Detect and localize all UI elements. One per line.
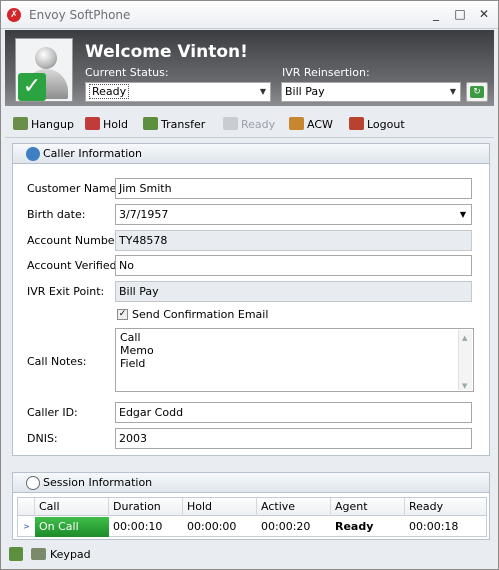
call-notes-line: Field: [120, 357, 146, 370]
chevron-down-icon[interactable]: ▼: [450, 83, 456, 101]
session-information-title: Session Information: [43, 476, 153, 489]
account-number-label: Account Number:: [27, 234, 123, 247]
keypad-icon: [31, 548, 46, 560]
session-information-header[interactable]: Session Information: [13, 473, 489, 493]
avatar-head-icon: [35, 47, 57, 69]
phone-hold-icon: [85, 117, 100, 130]
column-header-ready[interactable]: Ready: [405, 498, 486, 516]
caller-information-panel: Caller Information Customer Name: Jim Sm…: [12, 143, 490, 456]
phone-hangup-icon: [13, 117, 28, 130]
ivr-reinsertion-label: IVR Reinsertion:: [282, 66, 370, 79]
caller-id-label: Caller ID:: [27, 406, 78, 419]
call-notes-textarea[interactable]: Call Memo Field ▲ ▼: [115, 328, 474, 392]
hangup-button[interactable]: Hangup: [13, 116, 74, 134]
chevron-down-icon[interactable]: ▼: [460, 205, 466, 224]
transfer-button[interactable]: Transfer: [143, 116, 205, 134]
agent-icon: [289, 117, 304, 130]
maximize-button[interactable]: □: [451, 6, 469, 22]
connection-status-icon: [9, 547, 23, 561]
birth-date-picker[interactable]: 3/7/1957 ▼: [115, 204, 472, 225]
keypad-label: Keypad: [50, 548, 91, 561]
ready-cell: 00:00:18: [409, 520, 459, 533]
person-icon: [26, 147, 40, 161]
status-bar: Keypad: [5, 544, 494, 566]
transfer-label: Transfer: [161, 118, 206, 131]
ivr-exit-point-label: IVR Exit Point:: [27, 285, 105, 298]
window-title: Envoy SoftPhone: [29, 8, 131, 22]
call-state-cell: On Call: [35, 517, 109, 537]
envoy-logo-icon: ✗: [7, 8, 21, 22]
ready-label: Ready: [241, 118, 276, 131]
customer-name-field[interactable]: Jim Smith: [115, 178, 472, 199]
customer-name-label: Customer Name:: [27, 182, 121, 195]
current-status-value: Ready: [89, 84, 130, 99]
dnis-field[interactable]: 2003: [115, 428, 472, 449]
logout-icon: [349, 117, 364, 130]
logout-label: Logout: [367, 118, 405, 131]
phone-transfer-icon: ↻: [470, 86, 484, 98]
hold-cell: 00:00:00: [187, 520, 237, 533]
hold-button[interactable]: Hold: [85, 116, 128, 134]
caller-information-header[interactable]: Caller Information: [13, 144, 489, 164]
agent-avatar: ✓: [15, 38, 73, 102]
minimize-button[interactable]: _: [427, 6, 445, 22]
keypad-button[interactable]: Keypad: [31, 546, 91, 564]
title-bar: ✗ Envoy SoftPhone _ □ ✕: [1, 1, 498, 29]
scroll-down-icon[interactable]: ▼: [462, 380, 467, 393]
send-confirmation-email-label[interactable]: Send Confirmation Email: [132, 308, 268, 321]
agent-header: ✓ Welcome Vinton! Current Status: Ready …: [5, 30, 494, 106]
send-confirmation-email-checkbox[interactable]: ✓: [117, 309, 128, 320]
softphone-window: ✗ Envoy SoftPhone _ □ ✕ ✓ Welcome Vinton…: [0, 0, 499, 570]
call-notes-scrollbar[interactable]: ▲ ▼: [458, 330, 472, 390]
column-header-duration[interactable]: Duration: [109, 498, 183, 516]
session-grid-header: Call Duration Hold Active Agent Ready: [18, 498, 486, 516]
checkmark-icon: ✓: [18, 73, 46, 101]
ivr-exit-point-field: Bill Pay: [115, 281, 472, 302]
acw-label: ACW: [307, 118, 333, 131]
call-toolbar: Hangup Hold Transfer Ready ACW Logout: [5, 112, 494, 138]
ivr-reinsertion-value: Bill Pay: [285, 85, 325, 98]
birth-date-label: Birth date:: [27, 208, 86, 221]
account-verified-label: Account Verified:: [27, 259, 121, 272]
row-indicator-header: [18, 498, 35, 516]
birth-date-value: 3/7/1957: [119, 208, 169, 221]
phone-transfer-icon: [143, 117, 158, 130]
close-button[interactable]: ✕: [475, 6, 493, 22]
session-information-panel: Session Information Call Duration Hold A…: [12, 472, 490, 540]
account-verified-field[interactable]: No: [115, 255, 472, 276]
welcome-text: Welcome Vinton!: [85, 42, 248, 62]
table-row[interactable]: > On Call 00:00:10 00:00:00 00:00:20 Rea…: [18, 517, 486, 537]
current-status-select[interactable]: Ready ▼: [85, 82, 271, 102]
logout-button[interactable]: Logout: [349, 116, 405, 134]
duration-cell: 00:00:10: [113, 520, 163, 533]
chevron-down-icon[interactable]: ▼: [260, 83, 266, 101]
call-notes-label: Call Notes:: [27, 355, 87, 368]
call-notes-line: Call: [120, 331, 141, 344]
session-grid: Call Duration Hold Active Agent Ready > …: [17, 497, 487, 537]
column-header-hold[interactable]: Hold: [183, 498, 257, 516]
hangup-label: Hangup: [31, 118, 74, 131]
dnis-label: DNIS:: [27, 432, 58, 445]
ivr-reinsert-button[interactable]: ↻: [466, 82, 488, 102]
account-number-field: TY48578: [115, 230, 472, 251]
caller-information-title: Caller Information: [43, 147, 142, 160]
active-cell: 00:00:20: [261, 520, 311, 533]
column-header-call[interactable]: Call: [35, 498, 109, 516]
column-header-active[interactable]: Active: [257, 498, 331, 516]
ready-button[interactable]: Ready: [223, 116, 275, 134]
hold-label: Hold: [103, 118, 129, 131]
call-notes-line: Memo: [120, 344, 154, 357]
acw-button[interactable]: ACW: [289, 116, 333, 134]
current-status-label: Current Status:: [85, 66, 169, 79]
row-selector-icon: >: [23, 522, 30, 531]
scroll-up-icon[interactable]: ▲: [462, 332, 467, 345]
ivr-reinsertion-select[interactable]: Bill Pay ▼: [281, 82, 461, 102]
clock-icon: [26, 476, 40, 490]
caller-id-field[interactable]: Edgar Codd: [115, 402, 472, 423]
phone-ready-icon: [223, 117, 238, 130]
column-header-agent[interactable]: Agent: [331, 498, 405, 516]
agent-cell: Ready: [335, 520, 374, 533]
